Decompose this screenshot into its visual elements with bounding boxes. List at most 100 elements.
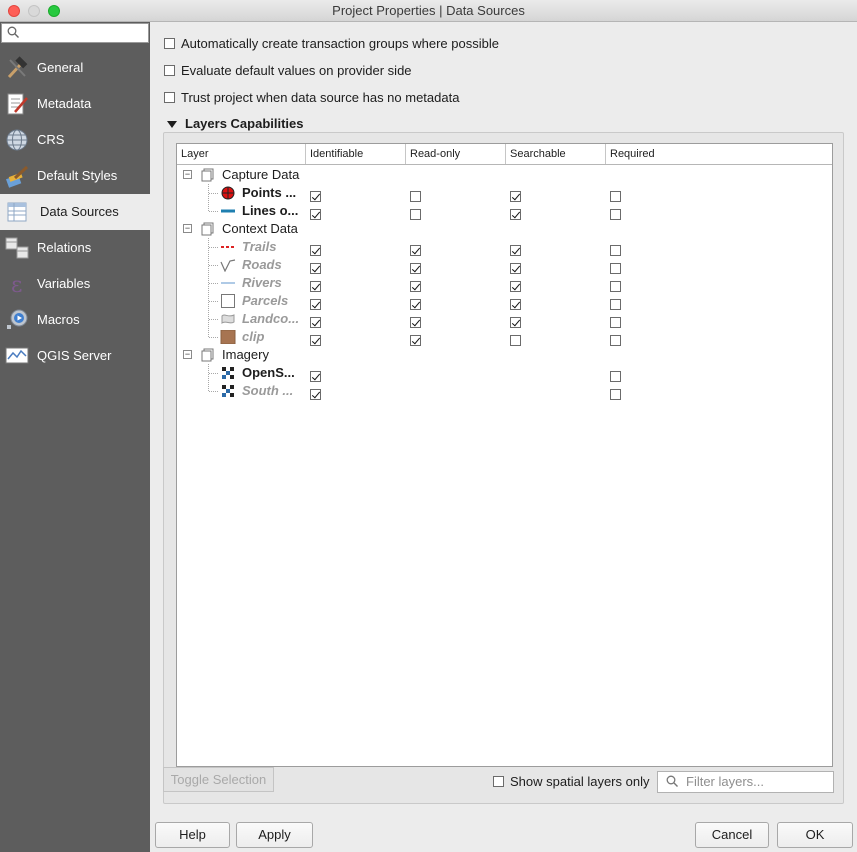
searchable-checkbox[interactable] <box>510 281 521 293</box>
read-only-checkbox[interactable] <box>410 263 421 275</box>
identifiable-checkbox[interactable] <box>310 209 321 221</box>
identifiable-checkbox[interactable] <box>310 299 321 311</box>
trust-project-label: Trust project when data source has no me… <box>181 90 460 105</box>
required-checkbox[interactable] <box>610 389 621 401</box>
layer-row[interactable]: Roads <box>177 256 832 275</box>
layer-row[interactable]: Lines o... <box>177 202 832 221</box>
collapse-toggle-icon[interactable]: − <box>183 350 192 359</box>
epsilon-icon: ε <box>11 273 22 296</box>
searchable-checkbox[interactable] <box>510 335 521 347</box>
line-blue-icon <box>220 204 236 218</box>
required-checkbox[interactable] <box>610 299 621 311</box>
identifiable-checkbox[interactable] <box>310 281 321 293</box>
layer-name: OpenS... <box>242 365 295 380</box>
read-only-checkbox[interactable] <box>410 335 421 347</box>
required-checkbox[interactable] <box>610 209 621 221</box>
column-header-required[interactable]: Required <box>606 144 832 164</box>
collapse-triangle-icon[interactable] <box>167 121 177 128</box>
required-checkbox[interactable] <box>610 191 621 203</box>
sidebar-item-relations[interactable]: Relations <box>0 230 150 266</box>
dashed-red-line-icon <box>220 240 236 254</box>
searchable-checkbox[interactable] <box>510 263 521 275</box>
ok-button[interactable]: OK <box>777 822 853 848</box>
sidebar-item-label: General <box>37 60 84 75</box>
required-checkbox[interactable] <box>610 263 621 275</box>
layer-row[interactable]: Trails <box>177 238 832 257</box>
searchable-checkbox[interactable] <box>510 191 521 203</box>
layer-row[interactable]: Rivers <box>177 274 832 293</box>
searchable-checkbox[interactable] <box>510 317 521 329</box>
layer-group-icon <box>201 168 215 182</box>
identifiable-checkbox[interactable] <box>310 371 321 383</box>
layer-row[interactable]: Points ... <box>177 184 832 203</box>
search-icon <box>7 26 19 38</box>
spatial-only-checkbox[interactable] <box>493 776 504 787</box>
read-only-checkbox[interactable] <box>410 317 421 329</box>
sidebar-item-data-sources[interactable]: Data Sources <box>0 194 150 230</box>
metadata-icon <box>7 93 28 115</box>
content-panel: Automatically create transaction groups … <box>150 22 857 852</box>
sidebar-item-general[interactable]: General <box>0 50 150 86</box>
project-properties-window: Project Properties | Data Sources Genera… <box>0 0 857 852</box>
layers-tree[interactable]: Layer Identifiable Read-only Searchable … <box>176 143 833 767</box>
column-header-layer[interactable]: Layer <box>177 144 306 164</box>
help-button[interactable]: Help <box>155 822 230 848</box>
searchable-checkbox[interactable] <box>510 299 521 311</box>
sidebar-item-label: Data Sources <box>40 204 119 219</box>
identifiable-checkbox[interactable] <box>310 335 321 347</box>
tree-header: Layer Identifiable Read-only Searchable … <box>177 144 832 165</box>
trust-project-checkbox[interactable] <box>164 92 175 103</box>
layer-row[interactable]: Parcels <box>177 292 832 311</box>
identifiable-checkbox[interactable] <box>310 263 321 275</box>
sidebar-item-variables[interactable]: ε Variables <box>0 266 150 302</box>
brown-fill-icon <box>220 329 236 345</box>
layer-group-row[interactable]: − Capture Data <box>177 166 832 184</box>
read-only-checkbox[interactable] <box>410 209 421 221</box>
identifiable-checkbox[interactable] <box>310 245 321 257</box>
column-header-identifiable[interactable]: Identifiable <box>306 144 406 164</box>
column-header-read-only[interactable]: Read-only <box>406 144 506 164</box>
sidebar-item-qgis-server[interactable]: QGIS Server <box>0 338 150 374</box>
layer-row[interactable]: clip <box>177 328 832 347</box>
sidebar-item-crs[interactable]: CRS <box>0 122 150 158</box>
filter-layers-input[interactable]: Filter layers... <box>657 771 834 793</box>
polygon-outline-icon <box>220 294 236 308</box>
sidebar-search-input[interactable] <box>1 23 149 43</box>
cancel-button[interactable]: Cancel <box>695 822 769 848</box>
identifiable-checkbox[interactable] <box>310 317 321 329</box>
sidebar-item-macros[interactable]: Macros <box>0 302 150 338</box>
evaluate-defaults-checkbox[interactable] <box>164 65 175 76</box>
sidebar-item-default-styles[interactable]: Default Styles <box>0 158 150 194</box>
searchable-checkbox[interactable] <box>510 209 521 221</box>
layer-row[interactable]: Landco... <box>177 310 832 329</box>
searchable-checkbox[interactable] <box>510 245 521 257</box>
layer-row[interactable]: OpenS... <box>177 364 832 383</box>
read-only-checkbox[interactable] <box>410 299 421 311</box>
required-checkbox[interactable] <box>610 245 621 257</box>
apply-button[interactable]: Apply <box>236 822 313 848</box>
column-header-searchable[interactable]: Searchable <box>506 144 606 164</box>
collapse-toggle-icon[interactable]: − <box>183 224 192 233</box>
required-checkbox[interactable] <box>610 281 621 293</box>
required-checkbox[interactable] <box>610 371 621 383</box>
filter-placeholder: Filter layers... <box>686 774 765 789</box>
collapse-toggle-icon[interactable]: − <box>183 170 192 179</box>
read-only-checkbox[interactable] <box>410 281 421 293</box>
required-checkbox[interactable] <box>610 335 621 347</box>
required-checkbox[interactable] <box>610 317 621 329</box>
identifiable-checkbox[interactable] <box>310 191 321 203</box>
read-only-checkbox[interactable] <box>410 191 421 203</box>
layer-row[interactable]: South ... <box>177 382 832 401</box>
transaction-groups-checkbox[interactable] <box>164 38 175 49</box>
layer-group-row[interactable]: − Imagery <box>177 346 832 364</box>
search-icon <box>666 775 678 787</box>
identifiable-checkbox[interactable] <box>310 389 321 401</box>
sidebar-item-metadata[interactable]: Metadata <box>0 86 150 122</box>
read-only-checkbox[interactable] <box>410 245 421 257</box>
layers-capabilities-group: Layer Identifiable Read-only Searchable … <box>163 132 844 804</box>
layers-capabilities-title: Layers Capabilities <box>185 116 304 131</box>
toggle-selection-button[interactable]: Toggle Selection <box>163 767 274 792</box>
road-line-icon <box>220 258 236 273</box>
layer-group-row[interactable]: − Context Data <box>177 220 832 238</box>
sidebar: General Metadata CRS Default Styles Data… <box>0 22 150 852</box>
